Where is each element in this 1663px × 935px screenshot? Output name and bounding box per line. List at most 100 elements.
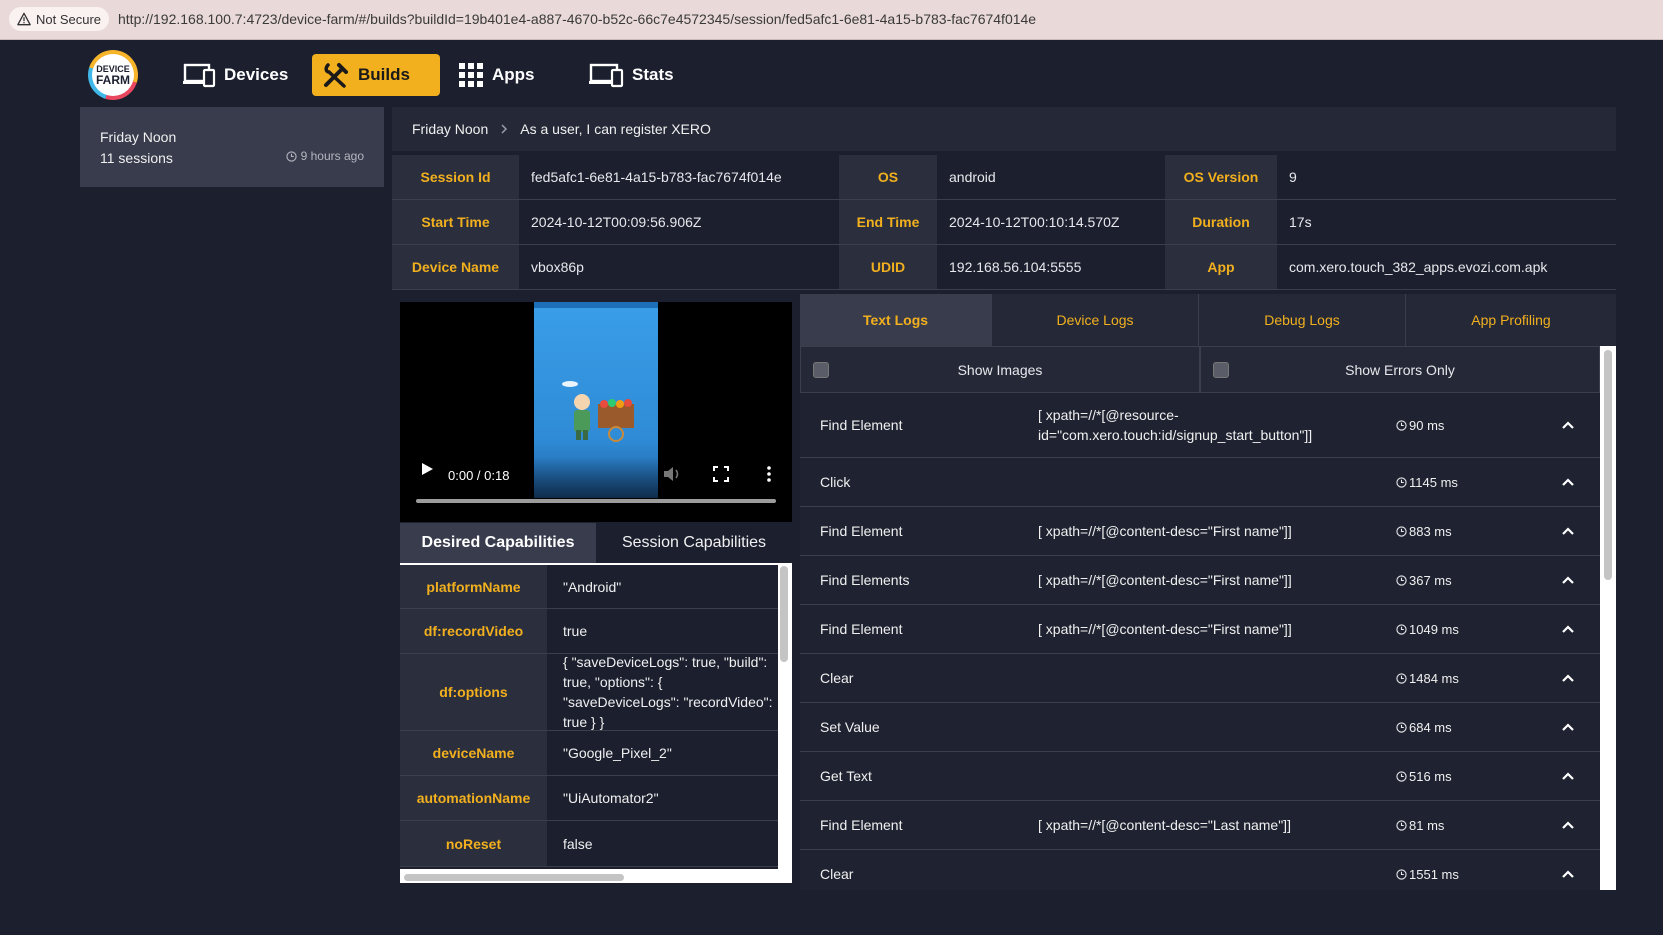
udid-value: 192.168.56.104:5555 xyxy=(949,259,1082,275)
nav-builds[interactable]: Builds xyxy=(312,54,440,96)
breadcrumb-session: As a user, I can register XERO xyxy=(520,121,711,137)
tab-app-profiling[interactable]: App Profiling xyxy=(1406,294,1616,346)
breadcrumb-build[interactable]: Friday Noon xyxy=(412,121,488,137)
breadcrumb: Friday Noon As a user, I can register XE… xyxy=(392,107,1616,151)
show-errors-checkbox[interactable] xyxy=(1213,361,1229,378)
logo-line2: FARM xyxy=(96,72,130,87)
chevron-up-icon[interactable] xyxy=(1536,820,1600,830)
nav-builds-label: Builds xyxy=(358,65,410,84)
capability-value: { "saveDeviceLogs": true, "build": true,… xyxy=(563,654,773,730)
video-progress-bar[interactable] xyxy=(416,499,776,503)
devices-icon xyxy=(183,63,216,88)
log-entry[interactable]: Click 1145 ms xyxy=(800,458,1600,507)
nav-devices[interactable]: Devices xyxy=(172,54,298,96)
nav-apps[interactable]: Apps xyxy=(448,54,545,96)
clock-icon xyxy=(1396,623,1407,635)
session-video-player[interactable]: 0:00 / 0:18 xyxy=(400,302,792,522)
log-scrollbar-thumb[interactable] xyxy=(1604,350,1612,580)
chevron-up-icon[interactable] xyxy=(1536,771,1600,781)
build-card[interactable]: Friday Noon 11 sessions 9 hours ago xyxy=(80,107,384,187)
clock-icon xyxy=(1396,721,1407,733)
security-label: Not Secure xyxy=(36,11,102,27)
clock-icon xyxy=(1396,672,1407,684)
log-command: Click xyxy=(820,474,851,490)
build-time: 9 hours ago xyxy=(285,149,364,163)
clock-icon xyxy=(1396,770,1407,782)
log-command: Find Element xyxy=(820,817,903,833)
fullscreen-icon[interactable] xyxy=(713,466,729,482)
start-time-label: Start Time xyxy=(392,200,519,244)
tab-debug-logs[interactable]: Debug Logs xyxy=(1199,294,1406,346)
volume-muted-icon[interactable] xyxy=(663,466,681,482)
log-entry[interactable]: Find Element [ xpath=//*[@content-desc="… xyxy=(800,507,1600,556)
log-args: [ xpath=//*[@content-desc="Last name"]] xyxy=(1038,817,1291,833)
chevron-up-icon[interactable] xyxy=(1536,477,1600,487)
capabilities-tabs: Desired Capabilities Session Capabilitie… xyxy=(400,523,792,563)
end-time-value: 2024-10-12T00:10:14.570Z xyxy=(949,214,1120,230)
play-icon[interactable] xyxy=(420,462,434,476)
capabilities-horizontal-scrollbar[interactable] xyxy=(404,874,624,881)
show-images-checkbox[interactable] xyxy=(813,361,829,378)
clock-icon xyxy=(1396,574,1407,586)
chevron-up-icon[interactable] xyxy=(1536,869,1600,879)
log-entry[interactable]: Clear 1484 ms xyxy=(800,654,1600,703)
log-entry[interactable]: Find Element [ xpath=//*[@resource-id="c… xyxy=(800,393,1600,458)
capability-key: df:recordVideo xyxy=(400,609,547,653)
log-entry[interactable]: Clear 1551 ms xyxy=(800,850,1600,890)
nav-stats[interactable]: Stats xyxy=(578,54,684,96)
info-row: Session Id fed5afc1-6e81-4a15-b783-fac76… xyxy=(392,155,1616,200)
log-entry[interactable]: Find Elements [ xpath=//*[@content-desc=… xyxy=(800,556,1600,605)
tab-session-capabilities[interactable]: Session Capabilities xyxy=(596,523,792,563)
app-value: com.xero.touch_382_apps.evozi.com.apk xyxy=(1289,259,1548,275)
log-duration: 883 ms xyxy=(1396,524,1536,539)
log-args: [ xpath=//*[@content-desc="First name"]] xyxy=(1038,621,1292,637)
tab-desired-capabilities[interactable]: Desired Capabilities xyxy=(400,523,596,563)
log-entry[interactable]: Get Text 516 ms xyxy=(800,752,1600,801)
show-errors-filter[interactable]: Show Errors Only xyxy=(1200,346,1600,393)
security-indicator[interactable]: Not Secure xyxy=(9,7,110,31)
log-command: Find Elements xyxy=(820,572,910,588)
log-entry[interactable]: Find Element [ xpath=//*[@content-desc="… xyxy=(800,801,1600,850)
build-name: Friday Noon xyxy=(100,129,177,145)
chevron-up-icon[interactable] xyxy=(1536,624,1600,634)
build-time-label: 9 hours ago xyxy=(300,149,364,163)
capabilities-table: platformName "Android" df:recordVideo tr… xyxy=(400,565,778,869)
more-options-icon[interactable] xyxy=(766,466,772,482)
info-row: Start Time 2024-10-12T00:09:56.906Z End … xyxy=(392,200,1616,245)
log-entry[interactable]: Find Element [ xpath=//*[@content-desc="… xyxy=(800,605,1600,654)
log-tabs: Text Logs Device Logs Debug Logs App Pro… xyxy=(800,294,1616,346)
capabilities-vertical-scrollbar[interactable] xyxy=(780,566,788,662)
os-label: OS xyxy=(839,155,937,199)
os-version-value: 9 xyxy=(1289,169,1297,185)
url-text[interactable]: http://192.168.100.7:4723/device-farm/#/… xyxy=(118,11,1036,27)
browser-address-bar[interactable]: Not Secure http://192.168.100.7:4723/dev… xyxy=(0,0,1663,40)
chevron-up-icon[interactable] xyxy=(1536,722,1600,732)
chevron-up-icon[interactable] xyxy=(1536,575,1600,585)
log-command: Find Element xyxy=(820,523,903,539)
device-farm-logo[interactable]: DEVICE FARM xyxy=(88,50,138,100)
tools-icon xyxy=(324,63,348,88)
chevron-up-icon[interactable] xyxy=(1536,673,1600,683)
clock-icon xyxy=(1396,868,1407,880)
nav-stats-label: Stats xyxy=(632,65,674,84)
capability-value: "Google_Pixel_2" xyxy=(563,745,672,761)
capabilities-panel: platformName "Android" df:recordVideo tr… xyxy=(400,563,792,883)
table-row: automationName "UiAutomator2" xyxy=(400,776,778,821)
capability-value: true xyxy=(563,623,588,639)
os-version-label: OS Version xyxy=(1165,155,1277,199)
show-images-filter[interactable]: Show Images xyxy=(800,346,1200,393)
info-row: Device Name vbox86p UDID 192.168.56.104:… xyxy=(392,245,1616,290)
chevron-up-icon[interactable] xyxy=(1536,526,1600,536)
start-time-value: 2024-10-12T00:09:56.906Z xyxy=(531,214,702,230)
tab-text-logs[interactable]: Text Logs xyxy=(800,294,992,346)
log-entry[interactable]: Set Value 684 ms xyxy=(800,703,1600,752)
chevron-up-icon[interactable] xyxy=(1536,420,1600,430)
table-row: df:options { "saveDeviceLogs": true, "bu… xyxy=(400,654,778,731)
tab-device-logs[interactable]: Device Logs xyxy=(992,294,1199,346)
capability-value: "UiAutomator2" xyxy=(563,790,659,806)
log-duration-value: 1049 ms xyxy=(1409,621,1459,637)
table-row: df:recordVideo true xyxy=(400,609,778,654)
log-command: Clear xyxy=(820,866,854,882)
log-duration: 1484 ms xyxy=(1396,671,1536,686)
clock-icon xyxy=(1396,819,1407,831)
